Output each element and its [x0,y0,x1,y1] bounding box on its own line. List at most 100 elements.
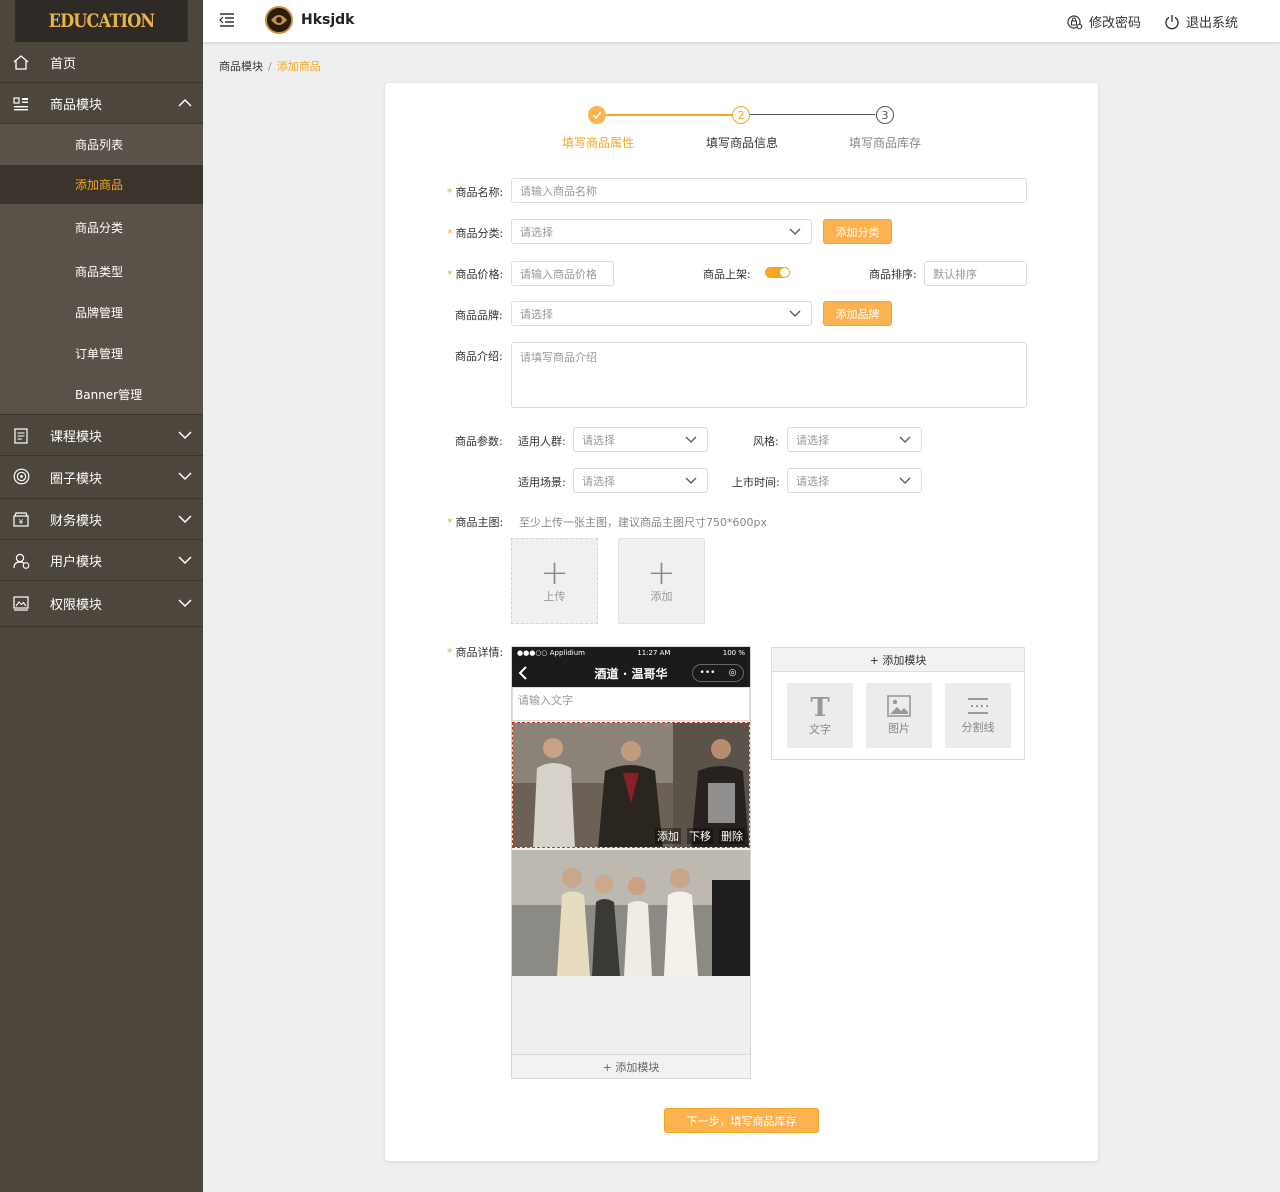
lock-icon [1067,14,1083,29]
sidebar: EDUCATION 首页 商品模块 商品列表 添加商品 商品分类 商品类型 品牌… [0,0,203,1192]
sidebar-item-label: 财务模块 [50,513,103,529]
add-label: 添加 [650,590,673,603]
brand-placeholder: 请选择 [520,307,553,321]
photo-block-1[interactable]: 添加 下移 删除 [512,722,750,848]
breadcrumb-parent[interactable]: 商品模块 [219,60,263,73]
avatar[interactable] [265,6,293,34]
step-1-check-icon [588,106,606,124]
user-icon [12,552,30,569]
sidebar-item-label: 首页 [50,56,77,72]
style-placeholder: 请选择 [796,433,829,447]
launch-label: 上市时间: [732,476,780,489]
step-line-pending [750,114,875,115]
form-card: 2 3 填写商品属性 填写商品信息 填写商品库存 商品名称: 请输入商品名称 商… [385,83,1098,1161]
category-placeholder: 请选择 [520,225,553,239]
upload-image-button[interactable]: + 上传 [511,538,598,624]
sidebar-sub-category[interactable]: 商品分类 [0,204,203,251]
crowd-label: 适用人群: [518,435,566,448]
photo-actions: 添加 下移 删除 [655,828,745,844]
change-password-button[interactable]: 修改密码 [1067,12,1141,31]
next-step-button[interactable]: 下一步，填写商品库存 [664,1108,819,1133]
photo-group-women [512,850,750,976]
sidebar-item-label: 用户模块 [50,554,103,570]
image-icon [12,595,30,612]
sidebar-sub-brand[interactable]: 品牌管理 [0,292,203,333]
style-select[interactable]: 请选择 [787,427,922,452]
sidebar-sub-orders[interactable]: 订单管理 [0,333,203,374]
sidebar-item-course[interactable]: 课程模块 [0,415,203,456]
step-3-circle: 3 [876,106,894,124]
phone-text-input[interactable]: 请输入文字 [512,687,750,721]
sidebar-item-label: 课程模块 [50,429,103,445]
add-brand-button[interactable]: 添加品牌 [823,301,892,326]
category-select[interactable]: 请选择 [511,219,812,244]
upload-label: 上传 [543,590,566,603]
goods-name-label: 商品名称: [447,184,504,200]
sidebar-item-user[interactable]: 用户模块 [0,540,203,581]
chevron-down-icon [178,431,192,440]
main-image-label: 商品主图: [447,514,504,530]
change-password-label: 修改密码 [1089,16,1142,31]
module-text-button[interactable]: T 文字 [787,683,853,748]
chevron-down-icon [789,310,801,317]
breadcrumb-separator: / [268,60,272,73]
launch-placeholder: 请选择 [796,474,829,488]
detail-label: 商品详情: [447,644,504,660]
brand-select[interactable]: 请选择 [511,301,812,326]
crowd-select[interactable]: 请选择 [573,427,708,452]
chevron-down-icon [899,436,911,443]
sidebar-item-finance[interactable]: ¥ 财务模块 [0,499,203,540]
goods-name-input[interactable]: 请输入商品名称 [511,178,1027,203]
close-circle-icon: ◎ [728,668,737,678]
target-icon [12,468,30,485]
photo-add-button[interactable]: 添加 [655,828,681,844]
chevron-down-icon [178,599,192,608]
svg-text:¥: ¥ [19,518,24,526]
add-category-button[interactable]: 添加分类 [823,219,892,244]
sidebar-item-permission[interactable]: 权限模块 [0,581,203,627]
chevron-up-icon [178,98,192,107]
add-image-button[interactable]: + 添加 [618,538,705,624]
sidebar-sub-goods-list[interactable]: 商品列表 [0,124,203,165]
plus-icon: + [647,553,676,593]
module-divider-button[interactable]: 分割线 [945,683,1011,748]
sidebar-item-circle[interactable]: 圈子模块 [0,456,203,499]
intro-textarea[interactable]: 请填写商品介绍 [511,342,1027,408]
text-icon: T [810,692,830,723]
launch-select[interactable]: 请选择 [787,468,922,493]
scene-select[interactable]: 请选择 [573,468,708,493]
module-panel-title: + 添加模块 [772,648,1024,672]
divider-icon [968,698,988,714]
module-picture-button[interactable]: 图片 [866,683,932,748]
logout-button[interactable]: 退出系统 [1164,12,1238,31]
sidebar-item-home[interactable]: 首页 [0,42,203,83]
scene-label: 适用场景: [518,476,566,489]
chevron-down-icon [685,436,697,443]
sort-label: 商品排序: [869,268,917,281]
sidebar-item-label: 商品模块 [50,97,103,113]
sidebar-sub-banner[interactable]: Banner管理 [0,374,203,415]
phone-carrier: ●●●○○ Applidium [517,649,585,657]
sort-input[interactable]: 默认排序 [924,261,1027,286]
step-2-circle: 2 [732,106,750,124]
mini-program-capsule[interactable]: ••• ◎ [692,664,744,682]
more-icon: ••• [699,668,716,678]
price-input[interactable]: 请输入商品价格 [511,261,614,286]
phone-add-module-button[interactable]: + 添加模块 [512,1054,750,1078]
crowd-placeholder: 请选择 [582,433,615,447]
logout-label: 退出系统 [1186,16,1239,31]
sidebar-sub-type[interactable]: 商品类型 [0,251,203,292]
sidebar-sub-add-goods[interactable]: 添加商品 [0,165,203,204]
category-label: 商品分类: [447,225,504,241]
step-line-done [606,114,741,116]
menu-collapse-icon[interactable] [219,12,235,28]
chevron-down-icon [178,556,192,565]
params-label: 商品参数: [455,435,503,448]
photo-move-down-button[interactable]: 下移 [687,828,713,844]
chevron-down-icon [899,477,911,484]
sidebar-item-goods[interactable]: 商品模块 [0,83,203,124]
photo-block-2[interactable] [512,850,750,976]
onsale-toggle[interactable] [765,267,790,278]
module-picture-label: 图片 [888,722,910,735]
photo-delete-button[interactable]: 删除 [719,828,745,844]
